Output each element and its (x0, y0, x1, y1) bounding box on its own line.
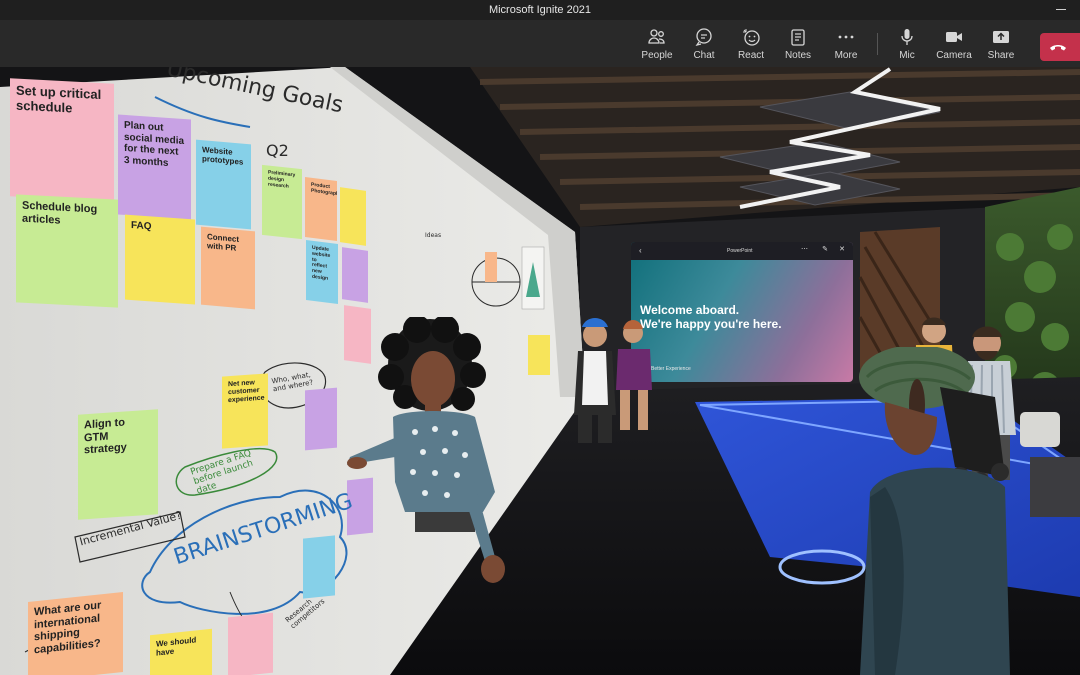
chat-label: Chat (693, 49, 715, 61)
screen-app-name: PowerPoint (727, 248, 753, 254)
close-icon[interactable]: ✕ (839, 245, 845, 253)
back-icon[interactable]: ‹ (639, 246, 642, 255)
leave-button[interactable] (1040, 33, 1080, 61)
toolbar-divider (877, 33, 878, 55)
note-text: Preliminary design research (268, 169, 296, 190)
hang-up-icon (1050, 45, 1066, 51)
quarter-label: Q2 (266, 141, 289, 160)
sticky-note-should-have[interactable]: We should have (150, 628, 212, 675)
sticky-note-prelim[interactable]: Preliminary design research (262, 164, 302, 240)
sticky-note-update-site[interactable]: Update website to reflect new design (306, 240, 338, 304)
people-label: People (641, 49, 673, 61)
people-icon (648, 28, 665, 44)
ellipsis-icon (838, 35, 854, 38)
notes-icon (791, 28, 805, 46)
microphone-icon (901, 28, 913, 45)
window-title-bar: Microsoft Ignite 2021 (0, 0, 1080, 20)
sticky-note-pink-low[interactable] (228, 612, 273, 675)
note-text: Connect with PR (207, 232, 239, 253)
notes-label: Notes (784, 49, 812, 61)
note-text: FAQ (131, 219, 152, 233)
share-tray-icon (993, 30, 1009, 43)
more-label: More (834, 49, 858, 61)
sticky-note-website[interactable]: Website prototypes (196, 139, 251, 230)
minimize-icon[interactable] (1056, 9, 1066, 10)
note-text: Align to GTM strategy (84, 416, 127, 457)
window-title: Microsoft Ignite 2021 (488, 4, 592, 16)
share-label: Share (987, 49, 1015, 61)
pin-icon[interactable]: ✎ (822, 245, 828, 253)
sticky-note-purple-small[interactable] (342, 247, 368, 303)
camera-label: Camera (936, 49, 972, 61)
sticky-note-far-yellow[interactable] (528, 335, 550, 375)
meeting-toolbar: People Chat React Notes More Mic Camera … (0, 20, 1080, 67)
note-text: Net new customer experience (228, 379, 265, 405)
sticky-note-yellow-small[interactable] (340, 187, 366, 246)
mic-label: Mic (899, 49, 915, 61)
camera-icon (946, 31, 962, 42)
more-button[interactable]: More (822, 20, 870, 67)
sticky-note-product-photo[interactable]: Product Photography (305, 177, 337, 241)
people-button[interactable]: People (633, 20, 681, 67)
sticky-note-far-orange[interactable] (485, 252, 497, 282)
react-label: React (737, 49, 765, 61)
note-text: Schedule blog articles (22, 199, 98, 227)
more-icon[interactable]: ⋯ (801, 245, 808, 253)
chat-button[interactable]: Chat (680, 20, 728, 67)
mic-button[interactable]: Mic (883, 20, 931, 67)
share-button[interactable]: Share (977, 20, 1025, 67)
sticky-note-purple-mid[interactable] (305, 387, 337, 451)
chat-icon (695, 27, 712, 46)
sticky-note-faq[interactable]: FAQ (125, 214, 195, 305)
mesh-3d-scene: Set up critical schedule Plan out social… (0, 67, 1080, 675)
sticky-note-setup-schedule[interactable]: Set up critical schedule (10, 78, 114, 202)
note-text: We should have (156, 635, 197, 658)
sticky-note-blog[interactable]: Schedule blog articles (16, 194, 118, 308)
sticky-note-pr[interactable]: Connect with PR (201, 226, 255, 310)
note-text: Update website to reflect new design (312, 244, 331, 282)
note-text: Plan out social media for the next 3 mon… (124, 119, 185, 169)
foreground-avatar (859, 347, 1010, 675)
note-text: Set up critical schedule (16, 82, 102, 116)
sticky-note-social-media[interactable]: Plan out social media for the next 3 mon… (118, 114, 191, 220)
react-button[interactable]: React (727, 20, 775, 67)
background-avatars (574, 318, 652, 443)
screen-header: ‹ PowerPoint ⋯ ✎ ✕ (631, 242, 853, 260)
note-text: Website prototypes (202, 145, 244, 167)
sticky-note-international[interactable]: What are our international shipping capa… (28, 592, 123, 675)
smiley-icon (743, 28, 760, 46)
presenter-avatar (347, 317, 505, 583)
camera-button[interactable]: Camera (930, 20, 978, 67)
note-text: What are our international shipping capa… (34, 599, 102, 657)
sticky-note-align-gtm[interactable]: Align to GTM strategy (78, 409, 158, 520)
sticky-note-net-new[interactable]: Net new customer experience (222, 373, 268, 449)
note-text: Product Photography (311, 181, 337, 198)
ideas-label: Ideas (425, 232, 442, 239)
notes-button[interactable]: Notes (774, 20, 822, 67)
